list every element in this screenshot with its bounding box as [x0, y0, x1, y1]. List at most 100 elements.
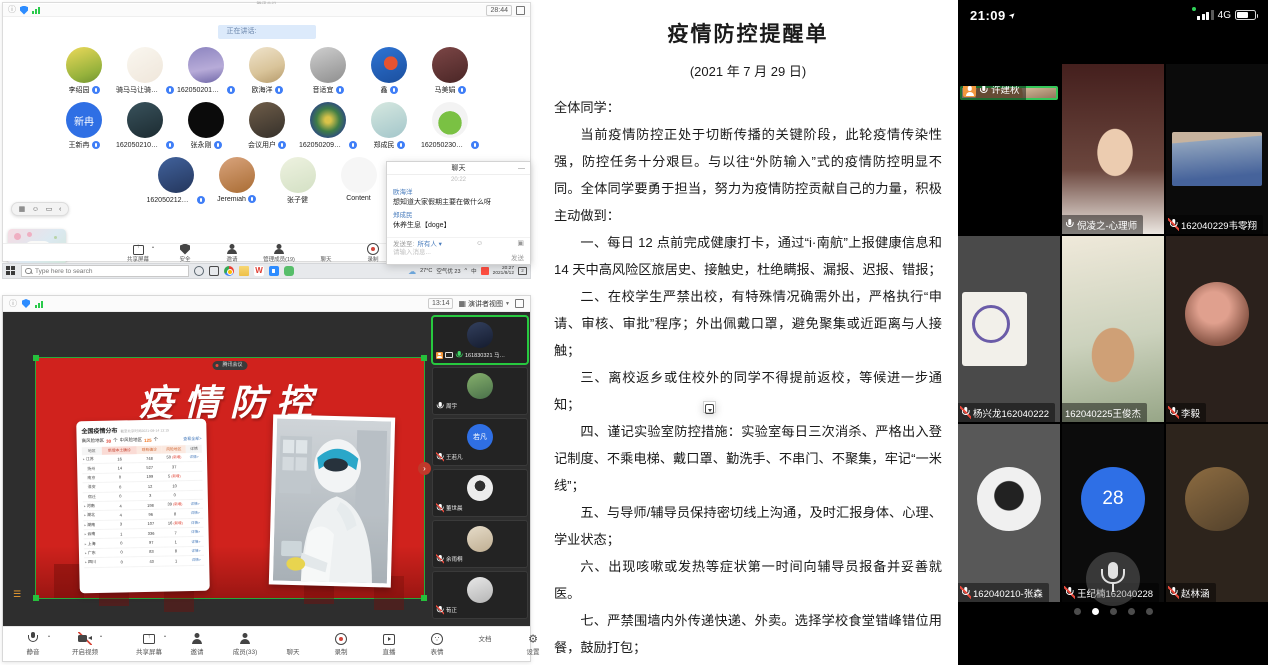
- tray-expand[interactable]: ^: [465, 268, 468, 274]
- document-title: 疫情防控提醒单: [554, 18, 942, 48]
- toolbar-button[interactable]: ▴ 邀请: [215, 243, 249, 263]
- security-shield-icon[interactable]: [22, 299, 30, 308]
- tencent-meeting-icon[interactable]: [269, 266, 279, 276]
- avatar: [127, 47, 163, 83]
- popout-icon[interactable]: ▣: [517, 239, 524, 247]
- video-tile[interactable]: 杨兴龙162040222: [958, 236, 1060, 422]
- toolbar-button[interactable]: ▴ 管理成员(19): [262, 243, 296, 263]
- collapse-icon[interactable]: ‹: [59, 206, 61, 213]
- toolbar-button[interactable]: ▴ 共享屏幕: [121, 243, 155, 263]
- video-tile[interactable]: 董世晨: [432, 469, 528, 517]
- participant-cell[interactable]: 李绍园: [54, 47, 115, 101]
- send-button[interactable]: 发送: [511, 252, 524, 262]
- participant-cell[interactable]: 162050209周笠…: [298, 102, 359, 156]
- ime-indicator[interactable]: 中: [471, 267, 477, 275]
- participant-cell[interactable]: 欧海洋: [237, 47, 298, 101]
- caret-icon[interactable]: ▴: [48, 633, 50, 638]
- caret-icon[interactable]: ▴: [152, 244, 154, 249]
- toolbar-button[interactable]: ▴ 邀请: [179, 632, 215, 656]
- toolbar-button[interactable]: ▴ 成员(33): [227, 632, 263, 656]
- toolbar-button[interactable]: ▴ 共享屏幕: [131, 632, 167, 656]
- toolbar-button[interactable]: ▴ 聊天: [275, 632, 311, 656]
- unmute-button[interactable]: [1086, 552, 1140, 606]
- participant-cell[interactable]: 162050212李宇…: [145, 157, 206, 211]
- toolbar-button[interactable]: ▴ 开启视频: [67, 632, 103, 656]
- toolbar-button[interactable]: ▴ 文档: [467, 632, 503, 656]
- video-tile[interactable]: 倪凌之-心理师: [1062, 64, 1164, 234]
- video-tile[interactable]: 许建秋: [960, 86, 1058, 100]
- notification-icon[interactable]: 2: [518, 267, 527, 275]
- fullscreen-icon[interactable]: [515, 299, 524, 308]
- chat-sender: 郑成民: [393, 209, 524, 219]
- participant-cell[interactable]: Content: [328, 157, 389, 211]
- salutation: 全体同学：: [554, 94, 942, 121]
- chrome-icon[interactable]: [224, 266, 234, 276]
- participant-cell[interactable]: 162050230李竟…: [420, 102, 481, 156]
- wechat-icon[interactable]: [284, 266, 294, 276]
- security-shield-icon[interactable]: [20, 6, 28, 15]
- toolbar-label: 安全: [179, 255, 190, 263]
- caret-icon[interactable]: ▴: [164, 633, 166, 638]
- video-tile[interactable]: 162040229韦零翔: [1166, 64, 1268, 234]
- participant-cell[interactable]: 鑫: [359, 47, 420, 101]
- video-tile[interactable]: 赵林涵: [1166, 424, 1268, 602]
- annotation-menu-icon[interactable]: ☰: [13, 589, 21, 600]
- bottom-meeting-window: ⓘ 13:14 ▦ 演讲者视图 ▼ 腾讯会议 疫情防控 全国疫情分布: [2, 295, 531, 662]
- speaking-indicator: 正在讲话:: [218, 25, 316, 39]
- message-icon[interactable]: ▭: [46, 205, 53, 213]
- video-tile[interactable]: 李毅: [1166, 236, 1268, 422]
- video-tile[interactable]: 161830321 马…: [432, 316, 528, 364]
- toolbar-button[interactable]: ▴ 录制: [356, 243, 390, 263]
- avatar: [467, 577, 493, 603]
- info-icon[interactable]: ⓘ: [8, 6, 16, 14]
- participant-cell[interactable]: 新冉 王新冉: [54, 102, 115, 156]
- video-tile[interactable]: 162040210-张森: [958, 424, 1060, 602]
- participant-cell[interactable]: 骑马马让骑马马…: [115, 47, 176, 101]
- toolbar-button[interactable]: ▴ 静音: [15, 632, 51, 656]
- mic-badge-icon: [227, 86, 235, 94]
- participant-cell[interactable]: 郑成民: [359, 102, 420, 156]
- emoji-picker-icon[interactable]: ☺: [476, 240, 483, 247]
- caret-icon[interactable]: ▴: [100, 633, 102, 638]
- grid-icon[interactable]: ▦: [19, 205, 26, 213]
- taskbar-search[interactable]: Type here to search: [21, 265, 189, 277]
- video-tile[interactable]: 若凡 王若凡: [432, 418, 528, 466]
- start-button[interactable]: [6, 266, 16, 276]
- video-tile[interactable]: 余雨桐: [432, 520, 528, 568]
- weather-icon[interactable]: ☁: [408, 267, 416, 276]
- participant-cell[interactable]: 张子健: [267, 157, 328, 211]
- toolbar-button[interactable]: ▴ 直播: [371, 632, 407, 656]
- sogou-icon[interactable]: [481, 267, 489, 275]
- participant-cell[interactable]: 音适宜: [298, 47, 359, 101]
- epidemic-stats-card: 全国疫情分布 截至北京时间2021-08-14 13:15 高风险地区 30 个…: [76, 419, 210, 594]
- sidebar-collapse-arrow[interactable]: ›: [418, 462, 431, 475]
- cortana-icon[interactable]: [194, 266, 204, 276]
- task-view-icon[interactable]: [209, 266, 219, 276]
- video-tile[interactable]: 荀正: [432, 571, 528, 619]
- file-explorer-icon[interactable]: [239, 266, 249, 276]
- participant-name: 赵林涵: [1181, 586, 1210, 600]
- toolbar-button[interactable]: ▴ 表情: [419, 632, 455, 656]
- view-all-link[interactable]: 查看全部>: [183, 436, 201, 442]
- info-icon[interactable]: ⓘ: [9, 300, 17, 308]
- participant-row: 李绍园 骑马马让骑马马… 162050201郭雅… 欧海洋 音适宜 鑫: [41, 47, 493, 101]
- emoji-icon[interactable]: ☺: [32, 206, 39, 213]
- page-dot: [1074, 608, 1081, 615]
- toolbar-button[interactable]: ▴ 安全: [168, 243, 202, 263]
- toolbar-button[interactable]: ▴ 录制: [323, 632, 359, 656]
- toolbar-button[interactable]: ▴ 聊天: [309, 243, 343, 263]
- video-tile[interactable]: 162040225王俊杰: [1062, 236, 1164, 422]
- wps-icon[interactable]: W: [254, 266, 264, 276]
- participant-cell[interactable]: 会议用户: [237, 102, 298, 156]
- participant-cell[interactable]: 马美娟: [420, 47, 481, 101]
- participant-cell[interactable]: Jeremiah: [206, 157, 267, 211]
- participant-cell[interactable]: 张永刚: [176, 102, 237, 156]
- fullscreen-icon[interactable]: [516, 6, 525, 15]
- participant-cell[interactable]: 162050201郭雅…: [176, 47, 237, 101]
- chat-input[interactable]: 请输入消息...: [393, 246, 431, 256]
- video-tile[interactable]: 周宇: [432, 367, 528, 415]
- view-selector[interactable]: ▦ 演讲者视图 ▼: [458, 299, 510, 309]
- minimize-icon[interactable]: —: [518, 162, 525, 175]
- floating-toolbar[interactable]: ▦ ☺ ▭ ‹: [11, 202, 69, 216]
- participant-cell[interactable]: 162050210憨宝…: [115, 102, 176, 156]
